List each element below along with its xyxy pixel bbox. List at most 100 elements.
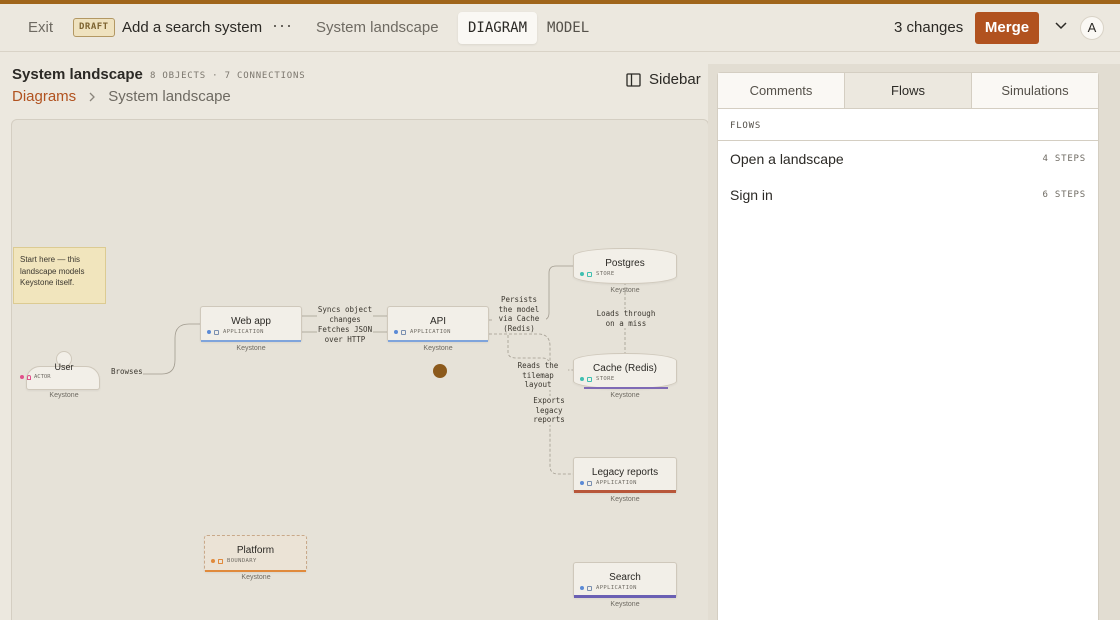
edge-label-reads[interactable]: Reads the tilemap layout (508, 361, 568, 390)
node-cache-type: STORE (580, 376, 615, 382)
breadcrumb-current: System landscape (108, 88, 231, 105)
node-cache-bar (584, 387, 668, 389)
edge-label-loads[interactable]: Loads through on a miss (590, 309, 662, 328)
node-api-type: APPLICATION (394, 329, 451, 335)
edge-label-browses[interactable]: Browses (111, 367, 143, 377)
edge-label-fetches[interactable]: Fetches JSON over HTTP (317, 325, 373, 344)
sidebar-toggle-label: Sidebar (649, 71, 701, 88)
node-cache[interactable]: Cache (Redis) STORE (573, 353, 677, 389)
node-legacy-owner: Keystone (610, 496, 640, 503)
actor-dot (20, 375, 24, 379)
store-dot (580, 377, 584, 381)
database-icon (587, 376, 592, 382)
application-dot (580, 481, 584, 485)
person-icon (27, 374, 31, 380)
database-icon (587, 271, 592, 277)
node-search-owner: Keystone (610, 601, 640, 608)
node-legacy-type: APPLICATION (580, 480, 637, 486)
branch-title[interactable]: Add a search system (122, 19, 262, 36)
node-search-bar (574, 595, 676, 598)
node-webapp-type-label: APPLICATION (223, 329, 264, 335)
sidebar-panel-icon (626, 72, 641, 87)
flow-steps: 4 STEPS (1042, 154, 1086, 164)
node-postgres-type-label: STORE (596, 271, 615, 277)
draft-badge: DRAFT (73, 18, 115, 37)
flow-item[interactable]: Sign in 6 STEPS (718, 178, 1098, 214)
avatar[interactable]: A (1080, 16, 1104, 40)
window-icon (214, 329, 219, 335)
application-dot (394, 330, 398, 334)
node-user-owner: Keystone (49, 392, 79, 399)
merge-button[interactable]: Merge (975, 12, 1039, 44)
node-postgres-owner: Keystone (610, 287, 640, 294)
node-platform-type: BOUNDARY (211, 558, 257, 564)
node-webapp-type: APPLICATION (207, 329, 264, 335)
sticky-note[interactable]: Start here — this landscape models Keyst… (13, 247, 106, 304)
node-api-bar (388, 340, 488, 342)
node-platform-bar (205, 570, 306, 572)
node-cache-label: Cache (Redis) (593, 363, 657, 374)
node-search-type: APPLICATION (580, 585, 637, 591)
tab-simulations[interactable]: Simulations (972, 73, 1098, 108)
node-postgres-type: STORE (580, 271, 615, 277)
sidebar-toggle-button[interactable]: Sidebar (626, 71, 701, 88)
flows-section-header: FLOWS (718, 110, 1098, 141)
flow-name: Open a landscape (730, 151, 844, 167)
node-search[interactable]: Search APPLICATION (573, 562, 677, 598)
mode-tabs: DIAGRAM MODEL (458, 12, 599, 44)
tab-model[interactable]: MODEL (537, 12, 599, 44)
chevron-right-icon (89, 92, 96, 101)
application-dot (207, 330, 211, 334)
node-platform[interactable]: Platform BOUNDARY (204, 535, 307, 572)
node-platform-type-label: BOUNDARY (227, 558, 257, 564)
node-api-type-label: APPLICATION (410, 329, 451, 335)
node-search-type-label: APPLICATION (596, 585, 637, 591)
node-legacy-bar (574, 490, 676, 493)
flow-name: Sign in (730, 187, 773, 203)
breadcrumb: Diagrams System landscape (12, 88, 231, 105)
window-icon (587, 585, 592, 591)
node-webapp-bar (201, 340, 301, 342)
breadcrumb-diagrams-link[interactable]: Diagrams (12, 88, 76, 105)
node-legacy-type-label: APPLICATION (596, 480, 637, 486)
diagram-canvas[interactable]: Start here — this landscape models Keyst… (11, 119, 709, 620)
tab-comments[interactable]: Comments (718, 73, 844, 108)
node-legacy-reports[interactable]: Legacy reports APPLICATION (573, 457, 677, 493)
flow-item[interactable]: Open a landscape 4 STEPS (718, 142, 1098, 178)
store-dot (580, 272, 584, 276)
exit-button[interactable]: Exit (28, 19, 53, 36)
sidebar-tabs: Comments Flows Simulations (718, 73, 1098, 109)
edge-label-persists[interactable]: Persists the model via Cache (Redis) (492, 295, 546, 333)
node-platform-owner: Keystone (241, 574, 271, 581)
top-bar: Exit DRAFT Add a search system ··· Syste… (0, 4, 1120, 52)
collaborator-cursor (433, 364, 447, 378)
node-webapp-label: Web app (231, 316, 271, 327)
edge-label-syncs[interactable]: Syncs object changes (317, 305, 373, 324)
node-legacy-label: Legacy reports (591, 467, 659, 478)
tab-flows[interactable]: Flows (844, 73, 972, 108)
tab-diagram[interactable]: DIAGRAM (458, 12, 538, 44)
changes-count[interactable]: 3 changes (894, 19, 963, 36)
edge-label-exports[interactable]: Exports legacy reports (518, 396, 580, 425)
chevron-down-icon[interactable] (1054, 18, 1068, 32)
node-webapp-owner: Keystone (236, 345, 266, 352)
node-postgres[interactable]: Postgres STORE (573, 248, 677, 284)
node-user-type-label: ACTOR (34, 374, 51, 380)
node-api-label: API (429, 316, 447, 327)
node-platform-label: Platform (236, 545, 275, 556)
node-postgres-label: Postgres (605, 258, 645, 269)
diagram-stats: 8 OBJECTS · 7 CONNECTIONS (150, 71, 306, 81)
node-api[interactable]: API APPLICATION (387, 306, 489, 342)
window-icon (587, 480, 592, 486)
node-webapp[interactable]: Web app APPLICATION (200, 306, 302, 342)
boundary-dot (211, 559, 215, 563)
more-menu-button[interactable]: ··· (272, 15, 293, 36)
sidebar-panel: Comments Flows Simulations FLOWS Open a … (717, 72, 1099, 620)
node-user-type: ACTOR (20, 374, 51, 380)
current-diagram-link[interactable]: System landscape (316, 19, 439, 36)
page-title: System landscape (12, 66, 143, 83)
node-cache-owner: Keystone (610, 392, 640, 399)
node-api-owner: Keystone (423, 345, 453, 352)
application-dot (580, 586, 584, 590)
window-icon (401, 329, 406, 335)
